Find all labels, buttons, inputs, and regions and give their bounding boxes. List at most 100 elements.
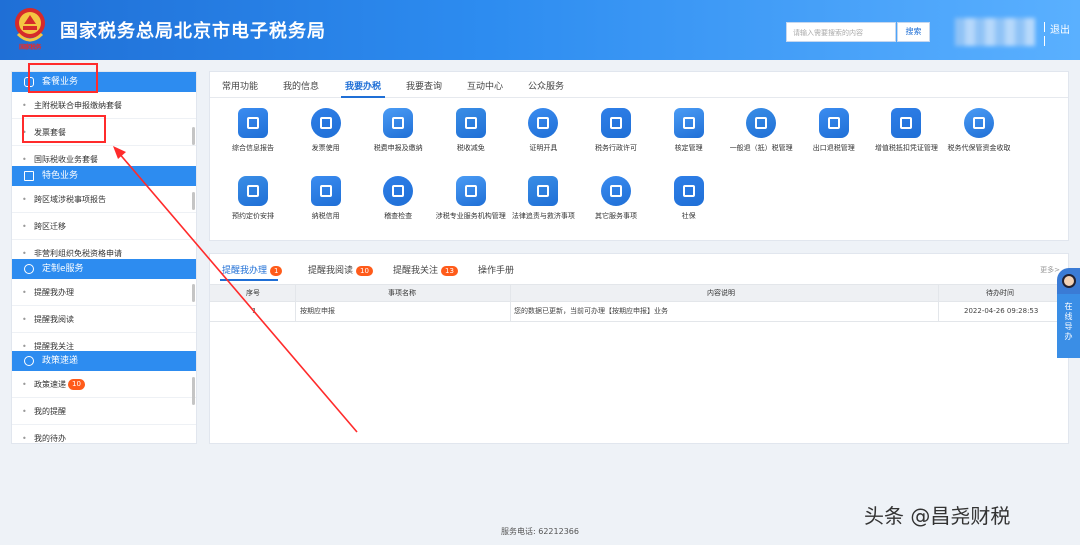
function-item[interactable]: 增值税抵扣凭证管理: [867, 108, 945, 153]
function-label: 稽查检查: [384, 212, 413, 220]
function-label: 发票使用: [311, 144, 340, 152]
function-label: 综合信息报告: [232, 144, 274, 152]
other-service-icon: [601, 176, 631, 206]
search-input[interactable]: 请输入需要搜索的内容: [786, 22, 896, 42]
column-header: 事项名称: [388, 289, 416, 297]
table-row[interactable]: 1 按期应申报 您的数据已更新，当前可办理【按期应申报】业务 2022-04-2…: [210, 302, 1068, 322]
scrollbar[interactable]: [192, 192, 195, 210]
certificate-icon: [528, 108, 559, 138]
function-item[interactable]: 税务代保管资金收取: [940, 108, 1018, 153]
tax-relief-icon: [455, 108, 486, 138]
agency-icon: [455, 176, 486, 206]
site-title: 国家税务总局北京市电子税务局: [60, 21, 326, 42]
assistant-avatar-icon: [1057, 268, 1080, 294]
tab-common[interactable]: 常用功能: [222, 79, 258, 92]
function-item[interactable]: 税收减免: [432, 108, 510, 153]
license-icon: [601, 108, 631, 138]
logout-link[interactable]: 退出: [1050, 21, 1070, 36]
sidebar-head-featured[interactable]: 特色业务: [12, 166, 196, 186]
tab-remind-read[interactable]: 提醒我阅读 10: [308, 263, 373, 276]
sidebar-head-policy[interactable]: 政策速递: [12, 351, 196, 371]
function-item[interactable]: 涉税专业服务机构管理: [432, 176, 510, 221]
annotation-box: [22, 115, 106, 143]
vat-deduction-icon: [891, 108, 922, 138]
function-label: 预约定价安排: [232, 212, 274, 220]
pricing-icon: [238, 176, 268, 206]
tab-remind-follow[interactable]: 提醒我关注 13: [393, 263, 458, 276]
function-label: 税务代保管资金收取: [947, 144, 1011, 152]
online-guide-widget[interactable]: 在线导办: [1057, 268, 1080, 358]
scrollbar[interactable]: [192, 284, 195, 302]
function-label: 税费申报及缴纳: [373, 144, 423, 152]
sidebar-section-policy: 政策速递 政策速递10 我的提醒 我的待办: [12, 351, 196, 443]
sidebar-head-custom[interactable]: 定制e服务: [12, 259, 196, 279]
function-label: 一般退（抵）税管理: [729, 144, 793, 152]
function-item[interactable]: 综合信息报告: [214, 108, 292, 153]
row-index: 1: [252, 307, 257, 315]
active-tab-indicator: [341, 96, 385, 98]
column-header: 内容说明: [707, 289, 735, 297]
scrollbar[interactable]: [192, 127, 195, 145]
row-name[interactable]: 按期应申报: [300, 302, 335, 321]
sidebar-item[interactable]: 跨区迁移: [12, 213, 196, 240]
function-label: 增值税抵扣凭证管理: [874, 144, 938, 152]
function-label: 法律追责与救济事项: [511, 212, 575, 220]
function-item[interactable]: 税务行政许可: [577, 108, 655, 153]
sidebar-section-custom: 定制e服务 提醒我办理 提醒我阅读 提醒我关注: [12, 259, 196, 360]
tab-tax-handling[interactable]: 我要办税: [345, 79, 381, 92]
sidebar-item[interactable]: 我的待办: [12, 425, 196, 443]
custody-fund-icon: [964, 108, 994, 138]
table-header: 序号 事项名称 内容说明 待办时间: [210, 284, 1068, 302]
function-item[interactable]: 法律追责与救济事项: [504, 176, 582, 221]
divider: [1044, 22, 1045, 32]
tab-my-info[interactable]: 我的信息: [283, 79, 319, 92]
sidebar-item[interactable]: 我的提醒: [12, 398, 196, 425]
tab-manual[interactable]: 操作手册: [478, 263, 514, 276]
grid-icon: [24, 171, 34, 181]
refund-icon: [746, 108, 777, 138]
function-label: 纳税信用: [311, 212, 340, 220]
function-item[interactable]: 纳税信用: [287, 176, 365, 221]
function-label: 其它服务事项: [595, 212, 637, 220]
function-item[interactable]: 社保: [650, 176, 728, 221]
function-label: 出口退税管理: [812, 144, 855, 152]
social-security-icon: [673, 176, 704, 206]
function-panel: 常用功能 我的信息 我要办税 我要查询 互动中心 公众服务 综合信息报告 发票使用…: [209, 71, 1069, 241]
function-item[interactable]: 核定管理: [650, 108, 728, 153]
law-icon: [528, 176, 559, 206]
count-badge: 10: [68, 379, 85, 390]
sidebar-item[interactable]: 政策速递10: [12, 371, 196, 398]
search-button[interactable]: 搜索: [897, 22, 930, 42]
column-header: 序号: [246, 289, 260, 297]
sidebar-item[interactable]: 提醒我阅读: [12, 306, 196, 333]
user-info-blurred: [955, 18, 1035, 46]
function-label: 证明开具: [529, 144, 558, 152]
tab-interaction[interactable]: 互动中心: [467, 79, 503, 92]
credit-icon: [310, 176, 341, 206]
online-guide-label: 在线导办: [1057, 294, 1080, 358]
scrollbar[interactable]: [192, 377, 195, 405]
tab-query[interactable]: 我要查询: [406, 79, 442, 92]
sidebar-item[interactable]: 提醒我办理: [12, 279, 196, 306]
function-label: 社保: [681, 212, 696, 220]
function-label: 税收减免: [456, 144, 485, 152]
tax-payment-icon: [383, 108, 414, 138]
function-item[interactable]: 税费申报及缴纳: [359, 108, 437, 153]
tab-public-service[interactable]: 公众服务: [528, 79, 564, 92]
function-item[interactable]: 预约定价安排: [214, 176, 292, 221]
function-item[interactable]: 证明开具: [504, 108, 582, 153]
main-tabs: 常用功能 我的信息 我要办税 我要查询 互动中心 公众服务: [210, 72, 1068, 98]
count-badge: 13: [441, 265, 458, 276]
report-icon: [238, 108, 268, 138]
function-item[interactable]: 出口退税管理: [795, 108, 873, 153]
invoice-icon: [310, 108, 341, 138]
count-badge: 1: [270, 265, 283, 276]
function-item[interactable]: 一般退（抵）税管理: [722, 108, 800, 153]
row-time: 2022-04-26 09:28:53: [964, 307, 1039, 315]
user-icon: [24, 356, 34, 366]
function-item[interactable]: 其它服务事项: [577, 176, 655, 221]
tab-remind-handle[interactable]: 提醒我办理 1: [222, 263, 283, 276]
function-item[interactable]: 发票使用: [287, 108, 365, 153]
sidebar-item[interactable]: 跨区域涉税事项报告: [12, 186, 196, 213]
function-item[interactable]: 稽查检查: [359, 176, 437, 221]
